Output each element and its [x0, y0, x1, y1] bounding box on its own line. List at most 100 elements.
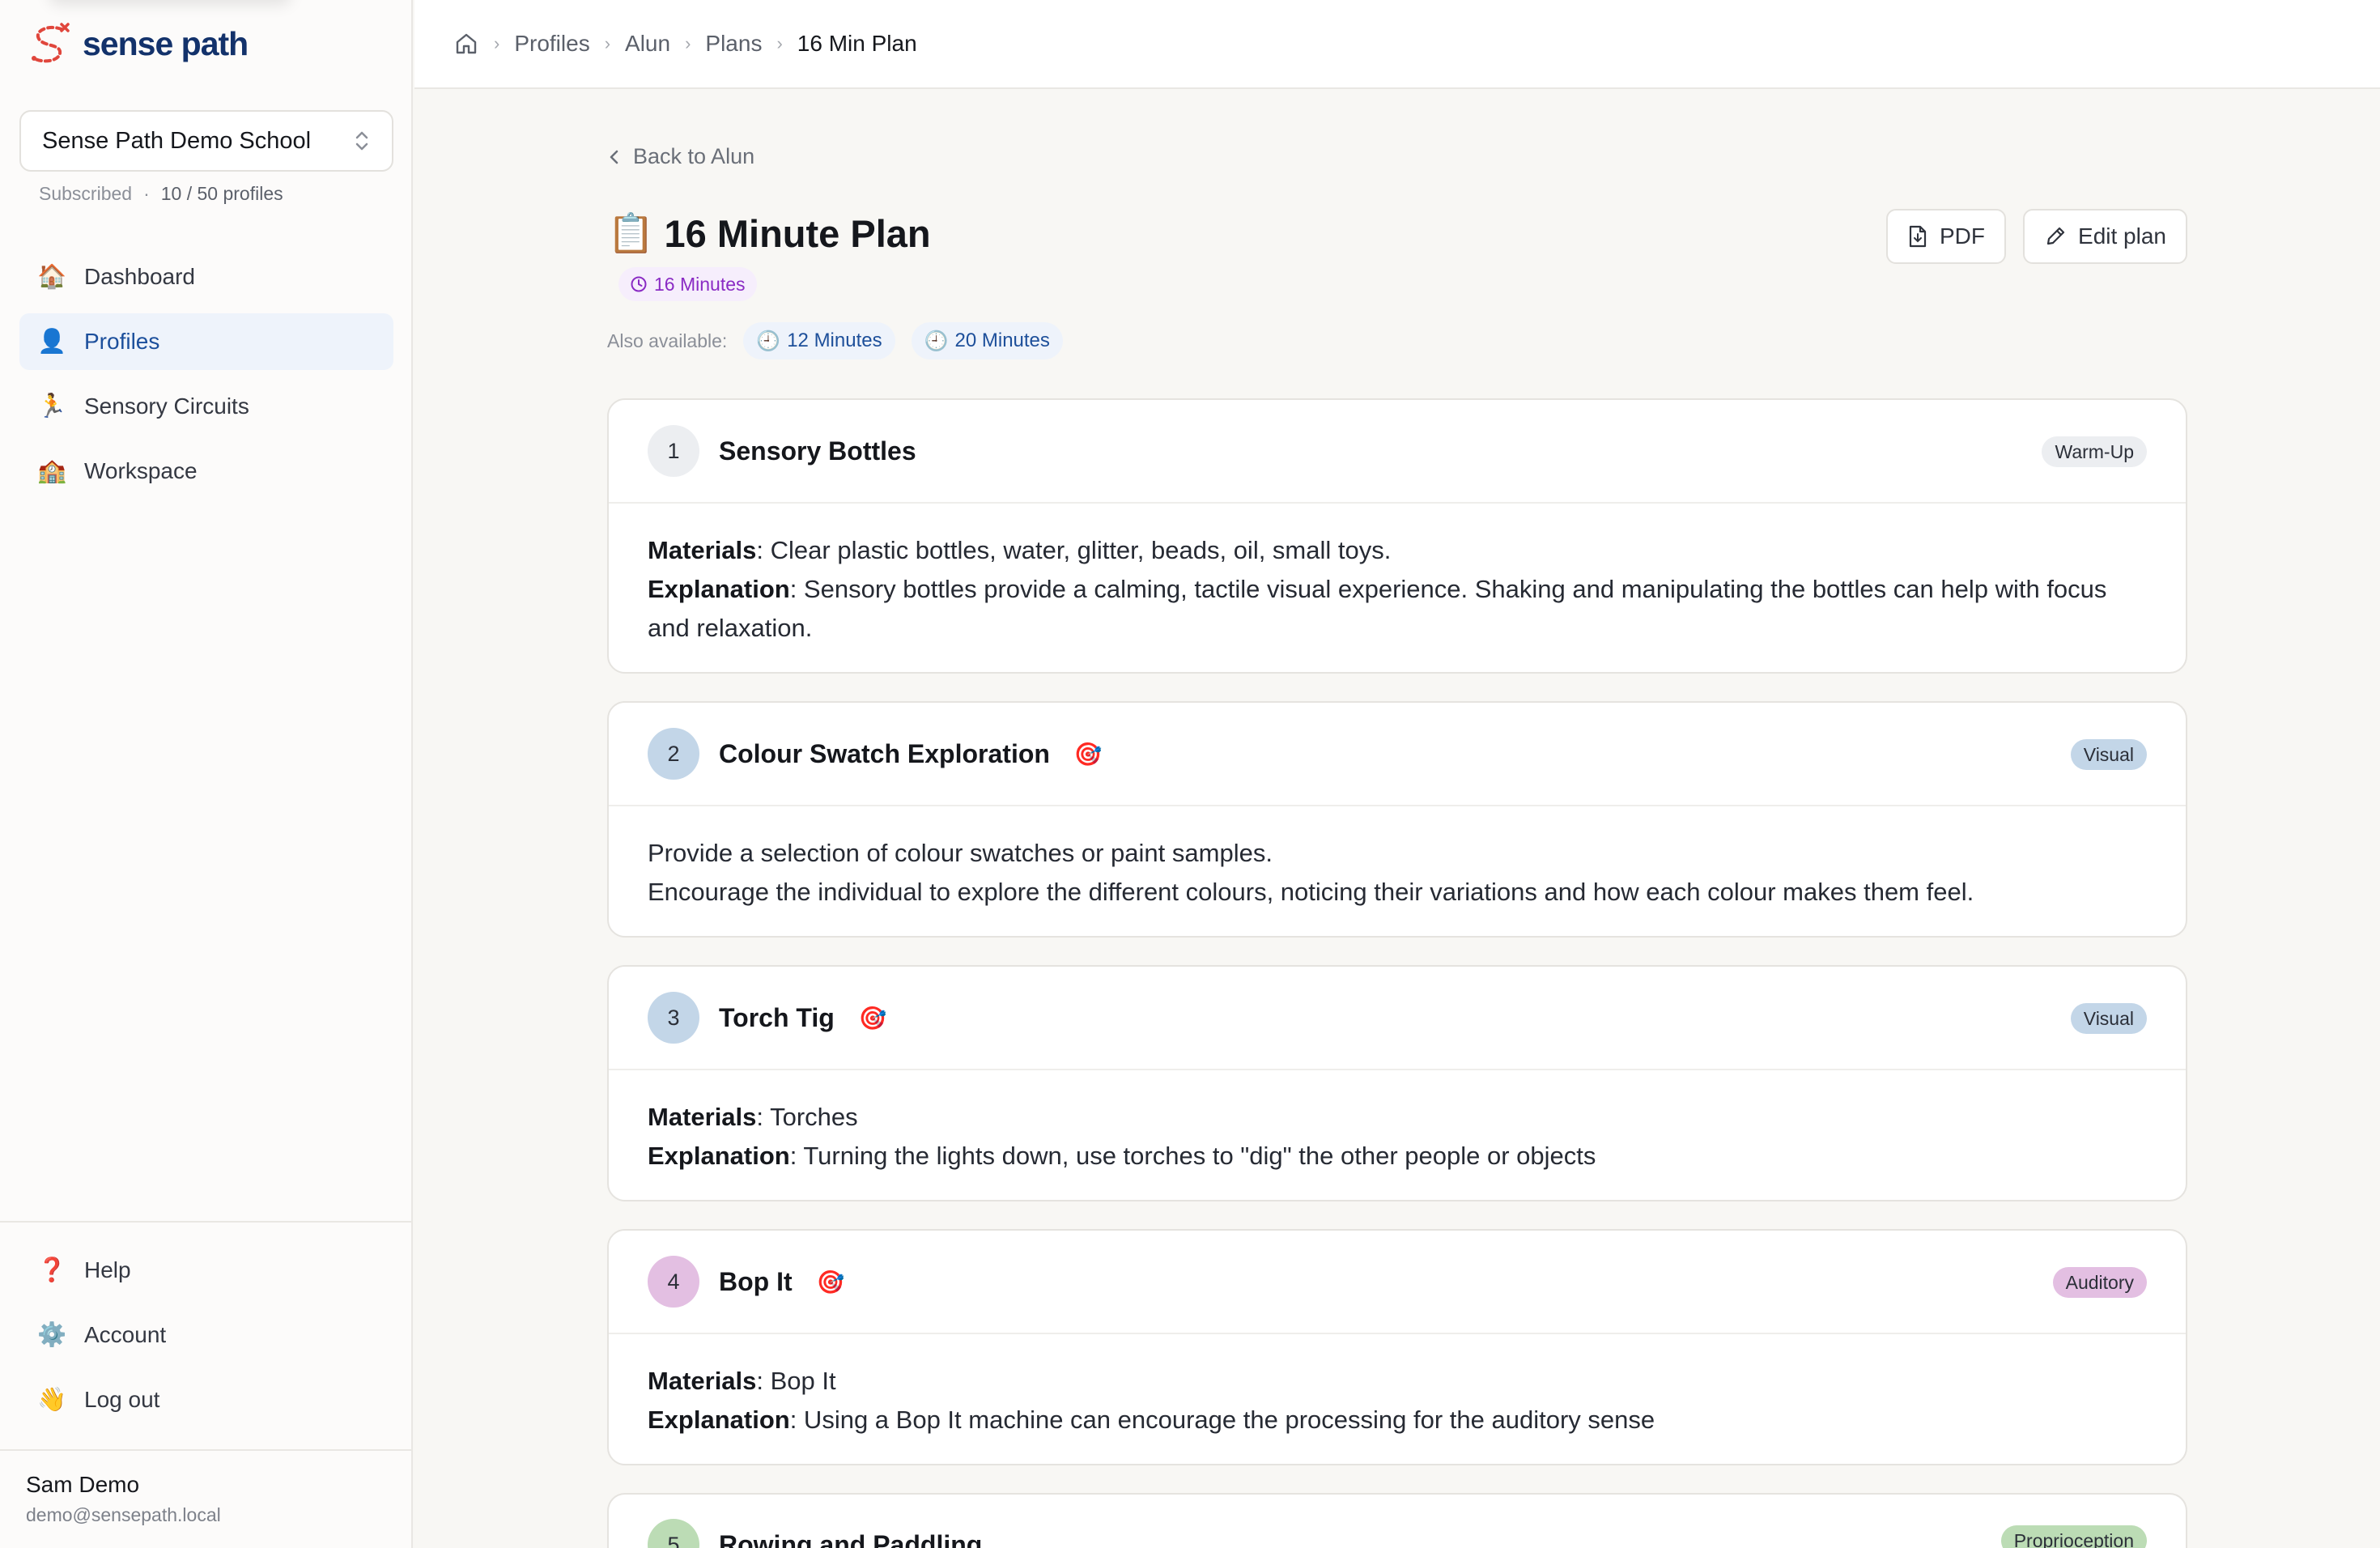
activity-body: Materials: Bop It Explanation: Using a B…: [609, 1334, 2186, 1440]
profile-count: 10 / 50 profiles: [160, 183, 283, 204]
alt-plan-label: 12 Minutes: [787, 330, 882, 351]
explanation-line: Explanation: Turning the lights down, us…: [648, 1137, 2147, 1176]
category-tag: Warm-Up: [2042, 436, 2147, 467]
activity-header: 5 Rowing and Paddling Proprioception: [609, 1495, 2186, 1548]
activity-number: 5: [648, 1519, 699, 1548]
brand-name: sense path: [83, 24, 249, 62]
back-link-label: Back to Alun: [633, 144, 755, 168]
breadcrumb-profiles[interactable]: Profiles: [514, 31, 589, 57]
activity-title: Colour Swatch Exploration: [719, 738, 1050, 768]
materials-label: Materials: [648, 1103, 757, 1131]
activity-number: 2: [648, 728, 699, 780]
activity-card: 1 Sensory Bottles Warm-Up Materials: Cle…: [607, 398, 2187, 674]
sidebar-divider: [0, 1221, 413, 1223]
activity-body: Materials: Torches Explanation: Turning …: [609, 1070, 2186, 1176]
clock-icon: 🕘: [756, 330, 781, 352]
dot-separator: ·: [143, 183, 150, 204]
clock-icon: 🕘: [924, 330, 949, 352]
activity-body: Materials: Clear plastic bottles, water,…: [609, 504, 2186, 648]
user-profile[interactable]: Sam Demo demo@sensepath.local: [26, 1472, 221, 1526]
breadcrumb-current: 16 Min Plan: [797, 31, 917, 56]
explanation-label: Explanation: [648, 575, 790, 603]
nav-item-log-out[interactable]: 👋 Log out: [19, 1372, 393, 1428]
also-available-label: Also available:: [607, 330, 728, 351]
pdf-button[interactable]: PDF: [1886, 209, 2006, 264]
explanation-text: : Turning the lights down, use torches t…: [789, 1142, 1596, 1170]
chevron-left-icon: [610, 150, 618, 164]
school-name: Sense Path Demo School: [42, 127, 312, 154]
activity-number: 4: [648, 1256, 699, 1308]
materials-text: : Bop It: [756, 1367, 836, 1395]
sidebar-divider: [0, 1449, 413, 1451]
activity-header: 4 Bop It 🎯 Auditory: [609, 1231, 2186, 1334]
target-icon: 🎯: [816, 1269, 845, 1295]
nav-label: Help: [84, 1257, 131, 1282]
alt-plan-label: 20 Minutes: [954, 330, 1050, 351]
nav-item-workspace[interactable]: 🏫 Workspace: [19, 443, 393, 500]
activity-header: 3 Torch Tig 🎯 Visual: [609, 967, 2186, 1070]
title-row: 📋 16 Minute Plan PDF Edit plan: [607, 202, 2187, 270]
duration-badge: 16 Minutes: [618, 267, 757, 301]
explanation-label: Explanation: [648, 1142, 790, 1170]
running-icon: 🏃: [37, 393, 67, 419]
alternative-plans: Also available: 🕘 12 Minutes 🕘 20 Minute…: [607, 322, 1063, 359]
nav-label: Sensory Circuits: [84, 393, 249, 419]
alt-plan-12-minutes[interactable]: 🕘 12 Minutes: [743, 322, 895, 359]
activity-card: 4 Bop It 🎯 Auditory Materials: Bop It Ex…: [607, 1229, 2187, 1465]
chevron-right-icon: ›: [776, 33, 783, 53]
breadcrumb: › Profiles › Alun › Plans › 16 Min Plan: [414, 0, 2380, 89]
nav-label: Profiles: [84, 329, 160, 354]
clock-icon: [631, 276, 647, 292]
materials-label: Materials: [648, 536, 757, 564]
nav-label: Account: [84, 1322, 167, 1347]
nav-label: Workspace: [84, 458, 198, 483]
breadcrumb-alun[interactable]: Alun: [625, 31, 670, 57]
gear-icon: ⚙️: [37, 1322, 67, 1348]
target-icon: 🎯: [858, 1005, 887, 1031]
category-tag: Proprioception: [2000, 1525, 2147, 1548]
chevron-right-icon: ›: [604, 33, 611, 53]
activity-number: 1: [648, 425, 699, 477]
school-icon: 🏫: [37, 458, 67, 484]
file-icon: [1909, 225, 1927, 248]
main-nav: 🏠 Dashboard 👤 Profiles 🏃 Sensory Circuit…: [19, 249, 393, 508]
secondary-nav: ❓ Help ⚙️ Account 👋 Log out: [19, 1242, 393, 1436]
activity-card: 3 Torch Tig 🎯 Visual Materials: Torches …: [607, 965, 2187, 1201]
back-link[interactable]: Back to Alun: [607, 144, 754, 169]
path-logo-icon: [32, 23, 70, 63]
nav-item-account[interactable]: ⚙️ Account: [19, 1307, 393, 1363]
category-tag: Auditory: [2052, 1267, 2147, 1298]
activity-header: 1 Sensory Bottles Warm-Up: [609, 400, 2186, 504]
page-title: 📋 16 Minute Plan: [607, 211, 931, 256]
instruction-line: Encourage the individual to explore the …: [648, 878, 1974, 906]
pdf-button-label: PDF: [1940, 223, 1985, 249]
materials-line: Materials: Bop It: [648, 1362, 2147, 1401]
activity-title: Bop It: [719, 1266, 793, 1296]
subscription-status: Subscribed: [39, 183, 133, 204]
nav-item-profiles[interactable]: 👤 Profiles: [19, 313, 393, 370]
nav-item-help[interactable]: ❓ Help: [19, 1242, 393, 1299]
nav-label: Log out: [84, 1387, 160, 1412]
duration-label: 16 Minutes: [654, 273, 746, 295]
nav-item-sensory-circuits[interactable]: 🏃 Sensory Circuits: [19, 378, 393, 435]
materials-line: Materials: Clear plastic bottles, water,…: [648, 531, 2147, 570]
page-title-text: 16 Minute Plan: [664, 211, 931, 255]
activity-body: Provide a selection of colour swatches o…: [609, 806, 2186, 912]
school-selector[interactable]: Sense Path Demo School: [19, 110, 393, 172]
home-icon[interactable]: [453, 31, 479, 57]
materials-line: Materials: Torches: [648, 1098, 2147, 1137]
breadcrumb-plans[interactable]: Plans: [705, 31, 762, 57]
alt-plan-20-minutes[interactable]: 🕘 20 Minutes: [911, 322, 1063, 359]
activity-number: 3: [648, 992, 699, 1044]
category-tag: Visual: [2070, 739, 2147, 770]
activity-header: 2 Colour Swatch Exploration 🎯 Visual: [609, 703, 2186, 806]
edit-plan-button[interactable]: Edit plan: [2023, 209, 2187, 264]
brand-logo[interactable]: sense path: [29, 19, 249, 68]
activity-card: 5 Rowing and Paddling Proprioception: [607, 1493, 2187, 1548]
person-icon: 👤: [37, 329, 67, 355]
pencil-icon: [2046, 227, 2065, 245]
activity-title: Torch Tig: [719, 1002, 835, 1032]
chevron-right-icon: ›: [685, 33, 691, 53]
nav-item-dashboard[interactable]: 🏠 Dashboard: [19, 249, 393, 305]
sidebar: sense path Sense Path Demo School Subscr…: [0, 0, 413, 1548]
